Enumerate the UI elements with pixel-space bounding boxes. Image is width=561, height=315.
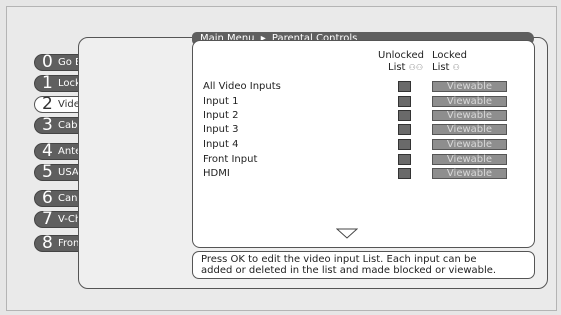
viewable-button[interactable]: Viewable [432, 139, 507, 150]
unlocked-checkbox[interactable] [398, 139, 411, 150]
input-label: Input 3 [203, 124, 239, 135]
menu-number: 3 [42, 115, 53, 135]
input-label: Input 1 [203, 96, 239, 107]
help-line-2: added or deleted in the list and made bl… [201, 265, 497, 276]
input-label: Input 2 [203, 110, 239, 121]
menu-number: 8 [42, 233, 53, 253]
locked-header-line1: Locked [432, 50, 467, 61]
menu-number: 0 [42, 52, 53, 72]
menu-number: 4 [42, 141, 53, 161]
people-icon: ⚇⚇ [408, 63, 424, 72]
scroll-down-arrow-icon[interactable] [336, 228, 358, 239]
unlocked-list-header: Unlocked List ⚇⚇ [378, 50, 424, 74]
unlocked-checkbox[interactable] [398, 96, 411, 107]
unlocked-header-line1: Unlocked [378, 50, 424, 61]
viewable-button[interactable]: Viewable [432, 168, 507, 179]
unlocked-checkbox[interactable] [398, 154, 411, 165]
input-label: Front Input [203, 154, 258, 165]
input-label: Input 4 [203, 139, 239, 150]
unlocked-checkbox[interactable] [398, 124, 411, 135]
viewable-button[interactable]: Viewable [432, 96, 507, 107]
unlocked-checkbox[interactable] [398, 168, 411, 179]
menu-number: 7 [42, 209, 53, 229]
person-icon: ⚇ [452, 63, 460, 72]
menu-number: 2 [42, 94, 53, 114]
unlocked-header-line2: List [388, 62, 406, 73]
menu-number: 1 [42, 73, 53, 93]
locked-header-line2: List [432, 62, 450, 73]
menu-number: 5 [42, 162, 53, 182]
input-label: All Video Inputs [203, 81, 281, 92]
viewable-button[interactable]: Viewable [432, 81, 507, 92]
unlocked-checkbox[interactable] [398, 110, 411, 121]
unlocked-checkbox[interactable] [398, 81, 411, 92]
input-label: HDMI [203, 168, 230, 179]
viewable-button[interactable]: Viewable [432, 154, 507, 165]
viewable-button[interactable]: Viewable [432, 124, 507, 135]
viewable-button[interactable]: Viewable [432, 110, 507, 121]
help-line-1: Press OK to edit the video input List. E… [201, 254, 477, 265]
locked-list-header: Locked List ⚇ [432, 50, 467, 74]
menu-number: 6 [42, 188, 53, 208]
help-text-box: Press OK to edit the video input List. E… [192, 251, 535, 279]
